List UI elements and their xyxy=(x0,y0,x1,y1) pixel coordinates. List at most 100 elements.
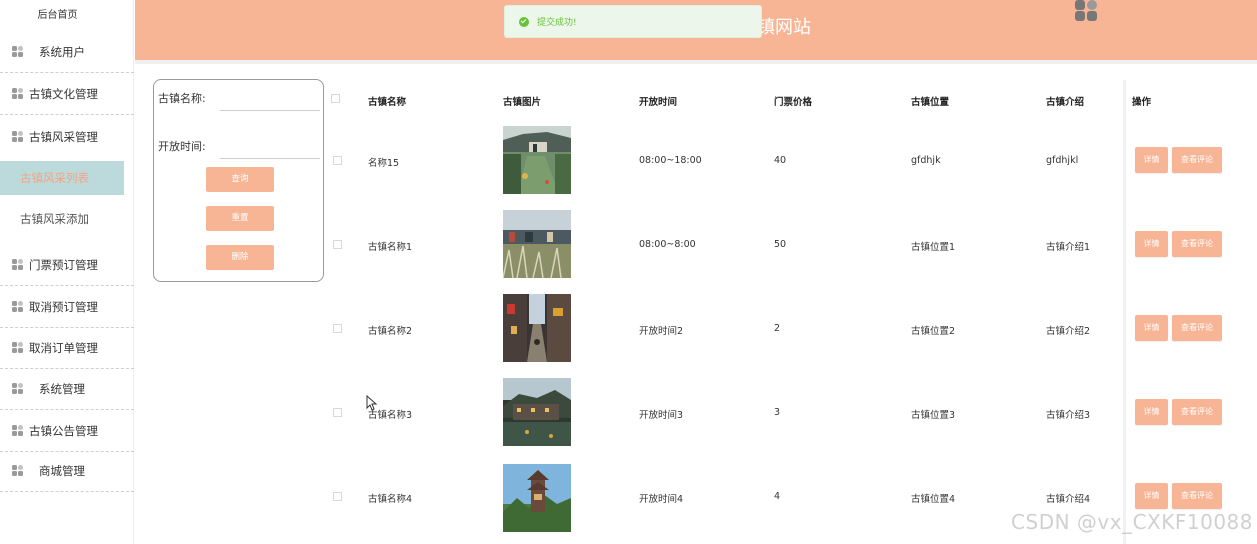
row-checkbox[interactable] xyxy=(333,240,342,249)
cell-intro: gfdhjkl xyxy=(1046,155,1079,166)
site-title: 镇网站 xyxy=(757,17,811,38)
cell-price: 50 xyxy=(774,239,787,250)
sidebar-item-label: 古镇文化管理 xyxy=(29,87,98,101)
grid-icon xyxy=(12,259,26,271)
grid-icon xyxy=(12,342,26,354)
view-comments-button[interactable]: 查看评论 xyxy=(1172,231,1222,257)
scenery-thumbnail xyxy=(503,126,571,194)
header-image: 古镇图片 xyxy=(503,97,542,108)
cell-name: 古镇名称4 xyxy=(368,494,413,505)
grid-icon xyxy=(12,383,26,395)
detail-button[interactable]: 详情 xyxy=(1135,399,1168,425)
cell-price: 40 xyxy=(774,155,787,166)
header-divider xyxy=(135,60,1257,64)
sidebar-item-label: 取消订单管理 xyxy=(29,341,98,355)
sidebar-item-ticket-booking[interactable]: 门票预订管理 xyxy=(0,245,134,286)
select-all-checkbox[interactable] xyxy=(331,94,340,103)
grid-icon xyxy=(12,425,26,437)
cell-intro: 古镇介绍2 xyxy=(1046,326,1091,337)
data-table: 古镇名称 古镇图片 开放时间 门票价格 古镇位置 古镇介绍 操作 名称15 08… xyxy=(325,80,1257,544)
reset-button[interactable]: 重置 xyxy=(206,206,274,231)
sidebar-home-link[interactable]: 后台首页 xyxy=(0,6,115,21)
app-logo-icon[interactable] xyxy=(1075,0,1099,22)
detail-button[interactable]: 详情 xyxy=(1135,147,1168,173)
cell-intro: 古镇介绍3 xyxy=(1046,410,1091,421)
sidebar-item-scenery[interactable]: 古镇风采管理 xyxy=(0,116,134,157)
cell-location: gfdhjk xyxy=(911,155,941,166)
grid-icon xyxy=(12,130,26,143)
actions-column-divider xyxy=(1123,80,1126,544)
sidebar-item-mall[interactable]: 商城管理 xyxy=(0,451,134,492)
sidebar: 后台首页 系统用户 古镇文化管理 古镇风采管理 古镇风采列表 古镇风采添加 门票… xyxy=(0,0,134,544)
table-row: 名称15 08:00~18:00 40 gfdhjk gfdhjkl 详情 查看… xyxy=(325,126,1257,194)
sidebar-item-label: 门票预订管理 xyxy=(29,258,98,272)
cell-name: 名称15 xyxy=(368,158,400,169)
scenery-thumbnail xyxy=(503,378,571,446)
cell-open-time: 开放时间3 xyxy=(639,410,684,421)
scenery-thumbnail xyxy=(503,210,571,278)
sidebar-item-announcements[interactable]: 古镇公告管理 xyxy=(0,411,134,452)
sidebar-item-label: 取消预订管理 xyxy=(29,300,98,314)
header-name: 古镇名称 xyxy=(368,97,407,108)
detail-button[interactable]: 详情 xyxy=(1135,483,1168,509)
cell-price: 4 xyxy=(774,491,781,502)
cell-intro: 古镇介绍1 xyxy=(1046,242,1091,253)
cell-open-time: 开放时间2 xyxy=(639,326,684,337)
cell-price: 3 xyxy=(774,407,781,418)
cell-location: 古镇位置4 xyxy=(911,494,956,505)
row-checkbox[interactable] xyxy=(333,156,342,165)
cell-open-time: 开放时间4 xyxy=(639,494,684,505)
table-row: 古镇名称3 开放时间3 3 古镇位置3 古镇介绍3 详情 查看评论 xyxy=(325,378,1257,446)
view-comments-button[interactable]: 查看评论 xyxy=(1172,483,1222,509)
header-actions: 操作 xyxy=(1132,97,1152,108)
cell-intro: 古镇介绍4 xyxy=(1046,494,1091,505)
app-root: 镇网站 提交成功! 后台首页 系统用户 古镇文化管理 古镇风采管理 古镇风采列表… xyxy=(0,0,1257,544)
cell-name: 古镇名称2 xyxy=(368,326,413,337)
toast-message: 提交成功! xyxy=(537,18,577,28)
query-button[interactable]: 查询 xyxy=(206,167,274,192)
detail-button[interactable]: 详情 xyxy=(1135,315,1168,341)
delete-button[interactable]: 删除 xyxy=(206,245,274,270)
row-checkbox[interactable] xyxy=(333,492,342,501)
detail-button[interactable]: 详情 xyxy=(1135,231,1168,257)
grid-icon xyxy=(12,46,26,58)
header-location: 古镇位置 xyxy=(911,97,950,108)
scenery-thumbnail xyxy=(503,464,571,532)
view-comments-button[interactable]: 查看评论 xyxy=(1172,315,1222,341)
grid-icon xyxy=(12,88,26,100)
cell-name: 古镇名称1 xyxy=(368,242,413,253)
table-row: 古镇名称1 08:00~8:00 50 古镇位置1 古镇介绍1 详情 查看评论 xyxy=(325,210,1257,278)
view-comments-button[interactable]: 查看评论 xyxy=(1172,399,1222,425)
sidebar-item-label: 商城管理 xyxy=(39,464,85,478)
row-checkbox[interactable] xyxy=(333,324,342,333)
cell-open-time: 08:00~8:00 xyxy=(639,239,696,250)
sidebar-item-cancel-booking[interactable]: 取消预订管理 xyxy=(0,287,134,328)
cell-location: 古镇位置3 xyxy=(911,410,956,421)
view-comments-button[interactable]: 查看评论 xyxy=(1172,147,1222,173)
table-row: 古镇名称2 开放时间2 2 古镇位置2 古镇介绍2 详情 查看评论 xyxy=(325,294,1257,362)
time-search-input[interactable] xyxy=(220,139,320,159)
sidebar-item-system-users[interactable]: 系统用户 xyxy=(0,32,134,73)
header-intro: 古镇介绍 xyxy=(1046,97,1085,108)
mouse-cursor-icon xyxy=(366,395,378,411)
header-price: 门票价格 xyxy=(774,97,813,108)
sidebar-item-label: 系统管理 xyxy=(39,382,85,396)
grid-icon xyxy=(12,465,26,477)
sidebar-item-label: 古镇风采管理 xyxy=(29,129,98,144)
time-search-label: 开放时间: xyxy=(158,140,206,153)
row-checkbox[interactable] xyxy=(333,408,342,417)
search-panel: 古镇名称: 开放时间: 查询 重置 删除 xyxy=(153,79,324,282)
sidebar-subitem-scenery-list[interactable]: 古镇风采列表 xyxy=(0,161,124,195)
scenery-thumbnail xyxy=(503,294,571,362)
cell-price: 2 xyxy=(774,323,781,334)
sidebar-item-system-management[interactable]: 系统管理 xyxy=(0,369,134,410)
cell-location: 古镇位置2 xyxy=(911,326,956,337)
sidebar-item-cancel-order[interactable]: 取消订单管理 xyxy=(0,328,134,369)
success-toast: 提交成功! xyxy=(504,5,762,38)
sidebar-item-label: 系统用户 xyxy=(39,45,85,59)
sidebar-subitem-scenery-add[interactable]: 古镇风采添加 xyxy=(0,202,124,236)
name-search-input[interactable] xyxy=(220,91,320,111)
sidebar-item-culture[interactable]: 古镇文化管理 xyxy=(0,74,134,115)
watermark: CSDN @vx_CXKF10088 xyxy=(1011,510,1253,534)
header-open-time: 开放时间 xyxy=(639,97,678,108)
